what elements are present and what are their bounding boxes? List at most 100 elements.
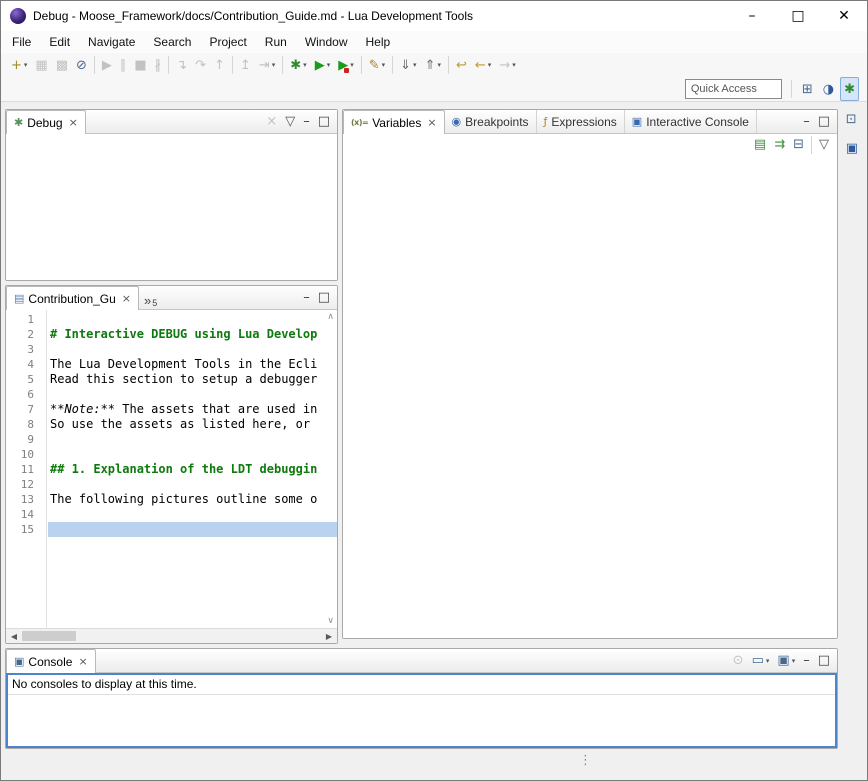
dropdown-arrow-icon[interactable]: ▾ [272,61,276,69]
suspend-icon[interactable]: ∥ [116,53,131,77]
dropdown-arrow-icon[interactable]: ▾ [382,61,386,69]
dropdown-arrow-icon[interactable]: ▾ [792,657,796,665]
menu-window[interactable]: Window [296,32,357,52]
scroll-right-icon[interactable]: ▶ [321,632,337,641]
close-tab-icon[interactable]: × [69,116,78,129]
scroll-up-icon[interactable]: ∧ [327,312,334,322]
editor-content[interactable]: 12# Interactive DEBUG using Lua Develop3… [6,310,337,629]
close-window-button[interactable]: ✕ [821,1,867,31]
menu-run[interactable]: Run [256,32,296,52]
tab-console[interactable]: ▣ Console × [6,649,96,673]
maximize-icon[interactable]: □ [314,286,334,310]
minimize-window-button[interactable]: – [729,1,775,31]
run-icon[interactable]: ▶▾ [311,53,335,77]
maximize-icon[interactable]: □ [814,649,834,673]
scrollbar-thumb[interactable] [22,631,76,641]
menu-navigate[interactable]: Navigate [79,32,144,52]
scroll-down-icon[interactable]: ∨ [327,616,334,626]
dropdown-arrow-icon[interactable]: ▾ [437,61,441,69]
editor-line[interactable]: 5Read this section to setup a debugger [6,372,337,387]
line-number[interactable]: 4 [6,357,48,372]
editor-line[interactable]: 3 [6,342,337,357]
close-tab-icon[interactable]: × [122,292,131,305]
next-annotation-icon[interactable]: ⇓▾ [396,53,420,77]
editor-line[interactable]: 2# Interactive DEBUG using Lua Develop [6,327,337,342]
pin-console-icon[interactable]: ⊙ [729,649,748,673]
console-content[interactable]: No consoles to display at this time. [6,673,837,748]
view-menu-icon[interactable]: ▽ [281,110,299,134]
title-bar[interactable]: Debug - Moose_Framework/docs/Contributio… [1,1,867,31]
dropdown-arrow-icon[interactable]: ▾ [413,61,417,69]
editor-line[interactable]: 9 [6,432,337,447]
debug-icon[interactable]: ✱▾ [286,53,310,77]
open-perspective-icon[interactable]: ⊞ [798,77,817,101]
use-step-filters-icon[interactable]: ⇥▾ [255,53,279,77]
maximize-window-button[interactable]: □ [775,1,821,31]
step-over-icon[interactable]: ↷ [191,53,210,77]
tab-interactive-console[interactable]: ▣Interactive Console [625,110,757,133]
line-number[interactable]: 5 [6,372,48,387]
minimize-icon[interactable]: – [799,649,814,673]
drop-to-frame-icon[interactable]: ↥ [236,53,255,77]
step-return-icon[interactable]: ↑ [210,53,229,77]
line-number[interactable]: 10 [6,447,48,462]
dropdown-arrow-icon[interactable]: ▾ [512,61,516,69]
save-all-icon[interactable]: ▩ [52,53,72,77]
editor-line[interactable]: 1 [6,312,337,327]
back-icon[interactable]: ←▾ [471,53,495,77]
maximize-icon[interactable]: □ [314,110,334,134]
sash-handle[interactable]: ⋮ [579,753,592,768]
horizontal-scrollbar[interactable]: ◀ ▶ [6,628,337,643]
close-tab-icon[interactable]: × [427,116,436,129]
dropdown-arrow-icon[interactable]: ▾ [24,61,28,69]
debug-perspective-icon[interactable]: ✱ [840,77,859,101]
menu-help[interactable]: Help [357,32,400,52]
tab-expressions[interactable]: ƒExpressions [537,110,625,133]
line-number[interactable]: 6 [6,387,48,402]
tab-breakpoints[interactable]: ◉Breakpoints [445,110,537,133]
menu-file[interactable]: File [3,32,40,52]
scroll-left-icon[interactable]: ◀ [6,632,22,641]
editor-line[interactable]: 8So use the assets as listed here, or [6,417,337,432]
collapse-all-icon[interactable]: ⊟ [789,133,808,157]
maximize-icon[interactable]: □ [814,110,834,134]
forward-icon[interactable]: →▾ [495,53,519,77]
line-number[interactable]: 11 [6,462,48,477]
line-number[interactable]: 12 [6,477,48,492]
menu-project[interactable]: Project [200,32,255,52]
line-number[interactable]: 9 [6,432,48,447]
editor-tab-overflow[interactable]: » 5 [139,286,162,309]
tab-debug[interactable]: ✱ Debug × [6,110,86,134]
quick-access-box[interactable]: Quick Access [685,79,782,99]
menu-search[interactable]: Search [144,32,200,52]
variables-content[interactable] [343,155,837,638]
dropdown-arrow-icon[interactable]: ▾ [488,61,492,69]
terminate-icon[interactable]: ■ [130,53,150,77]
tab-contribution-guide[interactable]: ▤ Contribution_Gu × [6,286,139,310]
line-number[interactable]: 13 [6,492,48,507]
editor-line[interactable]: 6 [6,387,337,402]
tab-variables[interactable]: (x)=Variables× [343,110,445,134]
display-selected-console-icon[interactable]: ▭▾ [748,649,774,673]
editor-line[interactable]: 10 [6,447,337,462]
line-number[interactable]: 8 [6,417,48,432]
dropdown-arrow-icon[interactable]: ▾ [350,61,354,69]
editor-line[interactable]: 13The following pictures outline some o [6,492,337,507]
editor-line[interactable]: 14 [6,507,337,522]
close-tab-icon[interactable]: × [78,655,87,668]
step-into-icon[interactable]: ↴ [172,53,191,77]
editor-line[interactable]: 7**Note:** The assets that are used in [6,402,337,417]
show-logical-structures-icon[interactable]: ⇉ [770,133,789,157]
save-icon[interactable]: ▦ [31,53,51,77]
lua-perspective-icon[interactable]: ◑ [819,77,838,101]
open-console-icon[interactable]: ▣▾ [773,649,799,673]
line-number[interactable]: 14 [6,507,48,522]
line-number[interactable]: 3 [6,342,48,357]
search-icon[interactable]: ✎▾ [365,53,389,77]
dropdown-arrow-icon[interactable]: ▾ [766,657,770,665]
restore-minimized-view-icon[interactable]: ⊡ [842,107,862,131]
debug-view-content[interactable] [6,134,337,280]
minimize-icon[interactable]: – [299,286,314,310]
minimized-view-icon[interactable]: ▣ [842,136,862,160]
minimize-icon[interactable]: – [299,110,314,134]
